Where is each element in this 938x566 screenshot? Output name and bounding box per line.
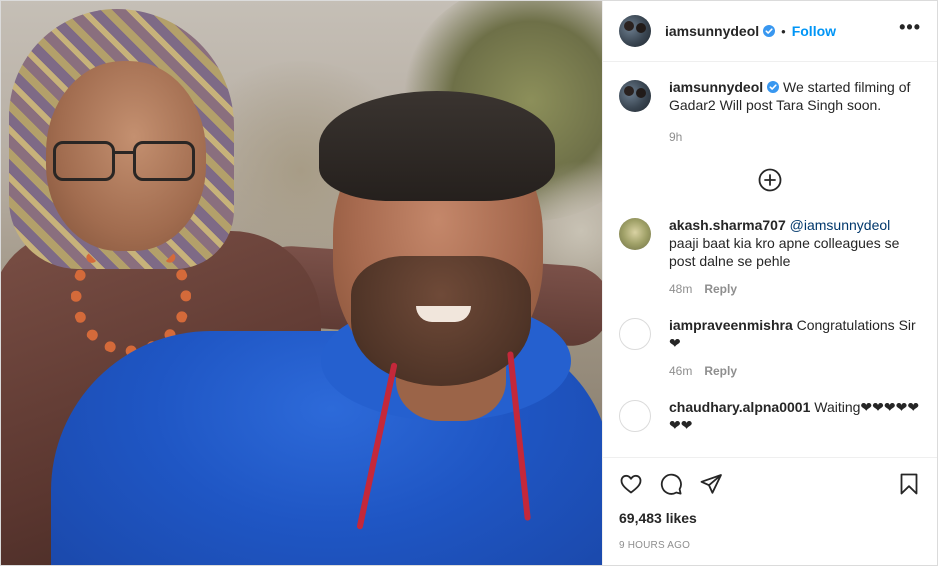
load-more-comments xyxy=(619,168,921,192)
verified-badge-icon xyxy=(767,81,780,93)
share-icon[interactable] xyxy=(699,472,723,496)
comment-username[interactable]: iampraveenmishra xyxy=(669,317,793,333)
more-options-icon[interactable]: ••• xyxy=(899,18,921,40)
photo-man-smile xyxy=(416,306,471,322)
author-avatar[interactable] xyxy=(619,15,651,47)
caption-meta: 9h xyxy=(669,130,921,144)
comment-text-block: akash.sharma707 @iamsunnydeol paaji baat… xyxy=(669,216,921,270)
likes-count[interactable]: 69,483 likes xyxy=(603,510,937,530)
commenter-avatar[interactable] xyxy=(619,318,651,350)
comments-section[interactable]: iamsunnydeol We started filming of Gadar… xyxy=(603,62,937,458)
comment-item: akash.sharma707 @iamsunnydeol paaji baat… xyxy=(619,216,921,296)
panel-bottom-spacer xyxy=(603,551,937,565)
photo-man-hair xyxy=(319,91,555,201)
action-bar xyxy=(603,458,937,510)
comment-row: akash.sharma707 @iamsunnydeol paaji baat… xyxy=(619,216,921,270)
caption-author-avatar[interactable] xyxy=(619,80,651,112)
comment-item: chaudhary.alpna0001 Waiting❤❤❤❤❤❤❤ xyxy=(619,398,921,434)
comment-username[interactable]: chaudhary.alpna0001 xyxy=(669,399,810,415)
photo-glasses-right xyxy=(133,141,195,181)
author-username[interactable]: iamsunnydeol xyxy=(665,23,776,39)
plus-circle-icon[interactable] xyxy=(758,168,782,192)
comment-text-block: iampraveenmishra Congratulations Sir❤ xyxy=(669,316,921,352)
comment-row: iampraveenmishra Congratulations Sir❤ xyxy=(619,316,921,352)
post-header: iamsunnydeol • Follow ••• xyxy=(603,1,937,62)
comment-meta: 46m Reply xyxy=(669,364,921,378)
post-timestamp[interactable]: 9 HOURS AGO xyxy=(603,530,937,551)
caption: iamsunnydeol We started filming of Gadar… xyxy=(619,78,921,114)
separator-dot: • xyxy=(781,23,786,39)
caption-username[interactable]: iamsunnydeol xyxy=(669,79,763,95)
comment-text: paaji baat kia kro apne colleagues se po… xyxy=(669,235,900,269)
follow-button[interactable]: Follow xyxy=(792,23,836,39)
caption-time[interactable]: 9h xyxy=(669,130,682,144)
reply-button[interactable]: Reply xyxy=(704,282,737,296)
comment-username[interactable]: akash.sharma707 xyxy=(669,217,786,233)
photo-glasses-left xyxy=(53,141,115,181)
comment-row: chaudhary.alpna0001 Waiting❤❤❤❤❤❤❤ xyxy=(619,398,921,434)
post-side-panel: iamsunnydeol • Follow ••• iamsunnydeol W… xyxy=(602,1,937,565)
comment-meta: 48m Reply xyxy=(669,282,921,296)
comment-item: iampraveenmishra Congratulations Sir❤ 46… xyxy=(619,316,921,378)
bookmark-icon[interactable] xyxy=(897,472,921,496)
comment-mention[interactable]: @iamsunnydeol xyxy=(790,217,891,233)
comment-text-block: chaudhary.alpna0001 Waiting❤❤❤❤❤❤❤ xyxy=(669,398,921,434)
heart-icon[interactable] xyxy=(619,472,643,496)
commenter-avatar[interactable] xyxy=(619,218,651,250)
comment-time[interactable]: 48m xyxy=(669,282,692,296)
comment-time[interactable]: 46m xyxy=(669,364,692,378)
post-photo[interactable] xyxy=(1,1,602,565)
comment-icon[interactable] xyxy=(659,472,683,496)
commenter-avatar[interactable] xyxy=(619,400,651,432)
reply-button[interactable]: Reply xyxy=(704,364,737,378)
photo-glasses-bridge xyxy=(115,151,133,154)
verified-badge-icon xyxy=(763,25,776,37)
caption-text-block: iamsunnydeol We started filming of Gadar… xyxy=(669,78,921,114)
instagram-post: iamsunnydeol • Follow ••• iamsunnydeol W… xyxy=(0,0,938,566)
